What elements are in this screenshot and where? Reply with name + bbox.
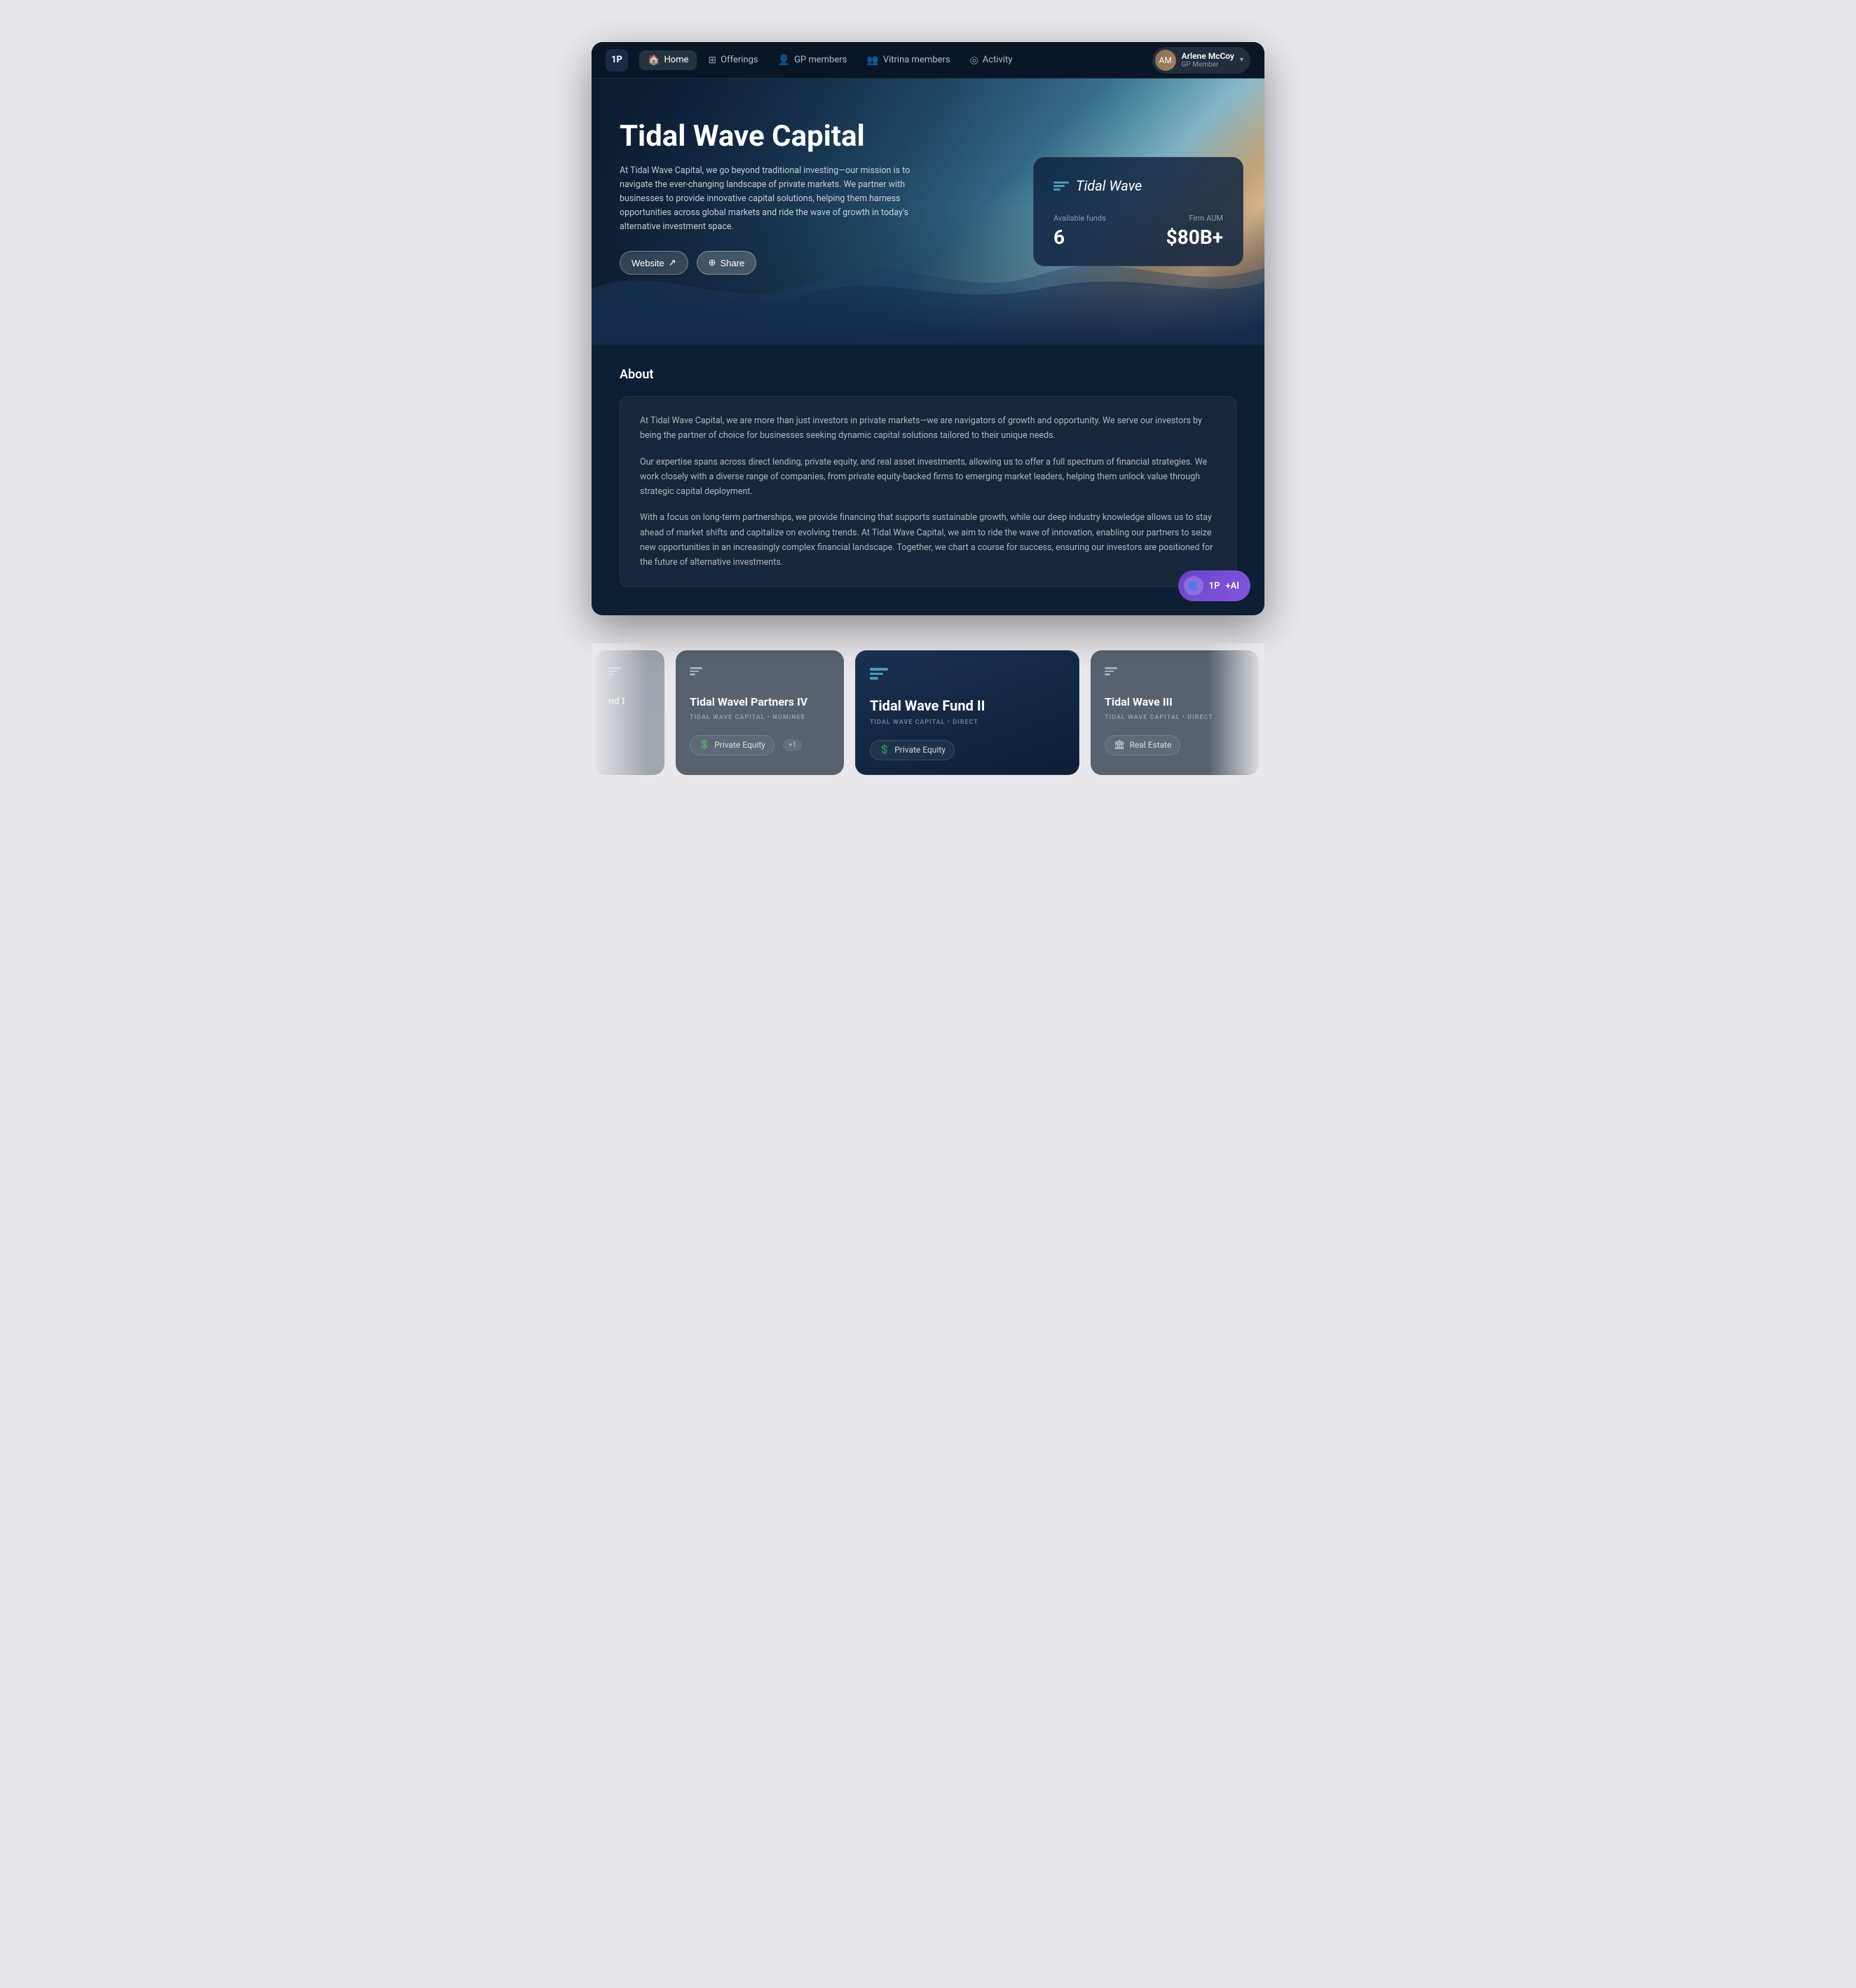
nav-label-vitrina-members: Vitrina members: [883, 55, 950, 65]
navigation: 1P 🏠 Home ⊞ Offerings 👤 GP members 👥 Vit…: [592, 42, 1264, 78]
available-funds-value: 6: [1053, 226, 1138, 249]
ai-suffix: +AI: [1225, 581, 1239, 591]
share-label: Share: [721, 258, 745, 268]
card-partial-left: nd I: [594, 650, 664, 775]
fund-card-name: Tidal Wave: [1076, 177, 1142, 194]
user-avatar: AM: [1155, 50, 1176, 71]
nav-item-activity[interactable]: ◎ Activity: [962, 50, 1021, 70]
tidal-wave-logo-icon: [1053, 181, 1069, 191]
card-subtitle-wave-iii: TIDAL WAVE CAPITAL • DIRECT: [1105, 714, 1245, 721]
hero-description: At Tidal Wave Capital, we go beyond trad…: [620, 164, 928, 234]
about-paragraph-3: With a focus on long-term partnerships, …: [640, 510, 1216, 570]
card-logo-partial-left: [608, 667, 650, 676]
firm-aum-stat: Firm AUM $80B+: [1138, 214, 1223, 249]
user-profile-button[interactable]: AM Arlene McCoy GP Member ▾: [1152, 47, 1250, 74]
nav-label-offerings: Offerings: [721, 55, 758, 65]
real-estate-icon: 🏛: [1114, 740, 1126, 750]
available-funds-label: Available funds: [1053, 214, 1138, 223]
card-logo-wave-iii: [1105, 667, 1245, 676]
card-tag-wave-iii: 🏛 Real Estate: [1105, 735, 1180, 755]
nav-label-activity: Activity: [983, 55, 1013, 65]
card-tidal-wave-partners-iv[interactable]: Tidal Wavel Partners IV TIDAL WAVE CAPIT…: [676, 650, 844, 775]
ai-assistant-button[interactable]: 🌀 1P +AI: [1178, 570, 1250, 601]
app-window: 1P 🏠 Home ⊞ Offerings 👤 GP members 👥 Vit…: [592, 42, 1264, 615]
firm-aum-value: $80B+: [1138, 226, 1223, 249]
website-button[interactable]: Website ↗: [620, 251, 688, 275]
card-plus-badge: +1: [783, 739, 802, 751]
nav-item-offerings[interactable]: ⊞ Offerings: [700, 50, 766, 70]
ai-logo: 🌀: [1189, 582, 1199, 591]
ai-avatar: 🌀: [1184, 576, 1203, 596]
private-equity-icon-1: 💲: [699, 740, 710, 750]
card-logo-fund-ii: [870, 668, 1065, 680]
ai-label: 1P: [1209, 581, 1220, 591]
website-label: Website: [632, 258, 664, 268]
card-tag-label-fund-ii: Private Equity: [894, 745, 946, 755]
cards-track: nd I Tidal Wavel Partners IV TIDAL WAVE …: [592, 643, 1264, 789]
offerings-icon: ⊞: [708, 55, 716, 66]
fund-card-stats: Available funds 6 Firm AUM $80B+: [1053, 214, 1223, 249]
nav-label-home: Home: [664, 55, 688, 65]
vitrina-members-icon: 👥: [866, 55, 878, 66]
share-button[interactable]: ⊕ Share: [697, 251, 757, 275]
hero-section: Tidal Wave Capital At Tidal Wave Capital…: [592, 78, 1264, 345]
user-role: GP Member: [1182, 61, 1234, 69]
about-paragraph-1: At Tidal Wave Capital, we are more than …: [640, 413, 1216, 444]
app-logo[interactable]: 1P: [606, 49, 628, 71]
card-tag-label-wave-iii: Real Estate: [1130, 740, 1172, 750]
plus-badge-label: +1: [789, 741, 796, 749]
chevron-down-icon: ▾: [1240, 56, 1243, 64]
card-title-wave-iii: Tidal Wave III: [1105, 695, 1245, 710]
hero-title: Tidal Wave Capital: [620, 121, 970, 153]
about-title: About: [620, 367, 1236, 382]
cards-wrapper: nd I Tidal Wavel Partners IV TIDAL WAVE …: [592, 643, 1264, 789]
cards-scroll[interactable]: nd I Tidal Wavel Partners IV TIDAL WAVE …: [592, 643, 1264, 789]
card-title-partners-iv: Tidal Wavel Partners IV: [690, 695, 830, 710]
nav-label-gp-members: GP members: [794, 55, 847, 65]
fund-card-logo: Tidal Wave: [1053, 177, 1223, 194]
card-tag-label-partners-iv: Private Equity: [714, 740, 765, 750]
card-logo-partners-iv: [690, 667, 830, 676]
user-info: Arlene McCoy GP Member: [1182, 51, 1234, 69]
card-tidal-wave-fund-ii[interactable]: Tidal Wave Fund II TIDAL WAVE CAPITAL • …: [855, 650, 1079, 775]
about-card: At Tidal Wave Capital, we are more than …: [620, 396, 1236, 587]
firm-aum-label: Firm AUM: [1138, 214, 1223, 223]
about-paragraph-2: Our expertise spans across direct lendin…: [640, 455, 1216, 500]
nav-item-vitrina-members[interactable]: 👥 Vitrina members: [858, 50, 958, 70]
nav-item-home[interactable]: 🏠 Home: [639, 50, 697, 70]
home-icon: 🏠: [648, 55, 660, 66]
share-icon: ⊕: [709, 257, 716, 268]
card-tag-partners-iv: 💲 Private Equity: [690, 735, 775, 755]
card-tidal-wave-iii[interactable]: Tidal Wave III TIDAL WAVE CAPITAL • DIRE…: [1091, 650, 1259, 775]
activity-icon: ◎: [970, 55, 978, 66]
nav-item-gp-members[interactable]: 👤 GP members: [770, 50, 856, 70]
hero-buttons: Website ↗ ⊕ Share: [620, 251, 970, 275]
card-subtitle-partners-iv: TIDAL WAVE CAPITAL • NOMINEE: [690, 714, 830, 721]
gp-members-icon: 👤: [778, 55, 790, 66]
card-subtitle-fund-ii: TIDAL WAVE CAPITAL • DIRECT: [870, 719, 1065, 726]
card-title-partial-left: nd I: [608, 695, 650, 708]
hero-content: Tidal Wave Capital At Tidal Wave Capital…: [592, 78, 998, 296]
about-section: About At Tidal Wave Capital, we are more…: [592, 345, 1264, 615]
available-funds-stat: Available funds 6: [1053, 214, 1138, 249]
hero-fund-card: Tidal Wave Available funds 6 Firm AUM $8…: [1033, 157, 1243, 266]
private-equity-icon-2: 💲: [879, 745, 890, 755]
user-name: Arlene McCoy: [1182, 51, 1234, 61]
card-tag-fund-ii: 💲 Private Equity: [870, 740, 955, 760]
external-link-icon: ↗: [669, 257, 676, 268]
card-title-fund-ii: Tidal Wave Fund II: [870, 697, 1065, 715]
